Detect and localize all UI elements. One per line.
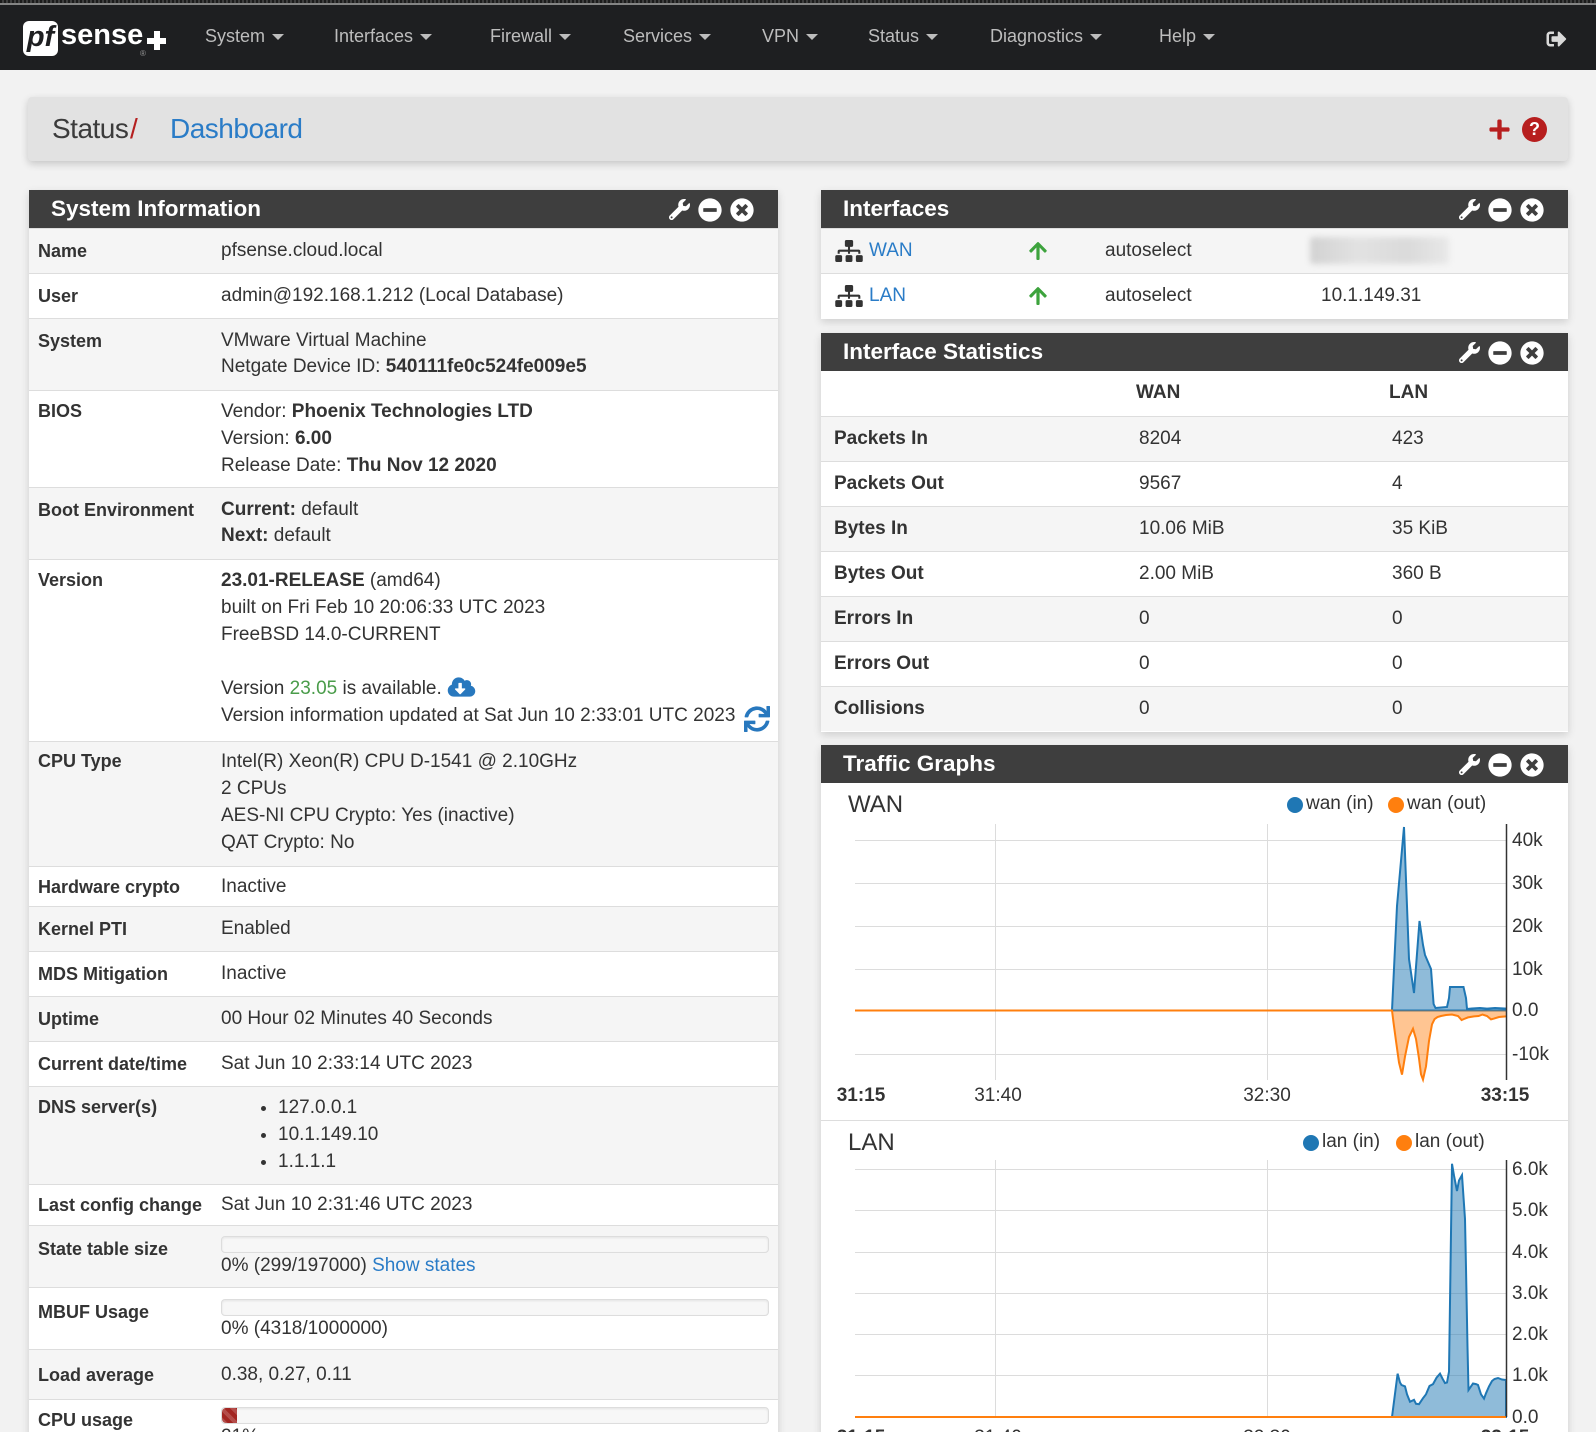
svg-text:33:15: 33:15 [1481,1085,1530,1106]
svg-text:10k: 10k [1512,959,1543,980]
svg-text:-10k: -10k [1512,1044,1549,1065]
svg-text:31:15: 31:15 [837,1427,886,1432]
svg-text:32:30: 32:30 [1243,1427,1291,1432]
svg-text:6.0k: 6.0k [1512,1159,1548,1180]
svg-text:30k: 30k [1512,873,1543,894]
svg-text:1.0k: 1.0k [1512,1365,1548,1386]
svg-text:0.0: 0.0 [1512,1407,1538,1428]
svg-text:2.0k: 2.0k [1512,1324,1548,1345]
svg-text:40k: 40k [1512,830,1543,851]
svg-text:4.0k: 4.0k [1512,1242,1548,1263]
svg-text:20k: 20k [1512,916,1543,937]
svg-text:33:15: 33:15 [1481,1427,1530,1432]
svg-text:31:40: 31:40 [974,1085,1022,1106]
svg-text:32:30: 32:30 [1243,1085,1291,1106]
svg-text:0.0: 0.0 [1512,1000,1538,1021]
svg-text:3.0k: 3.0k [1512,1283,1548,1304]
svg-text:5.0k: 5.0k [1512,1200,1548,1221]
svg-text:31:40: 31:40 [974,1427,1022,1432]
svg-text:31:15: 31:15 [837,1085,886,1106]
